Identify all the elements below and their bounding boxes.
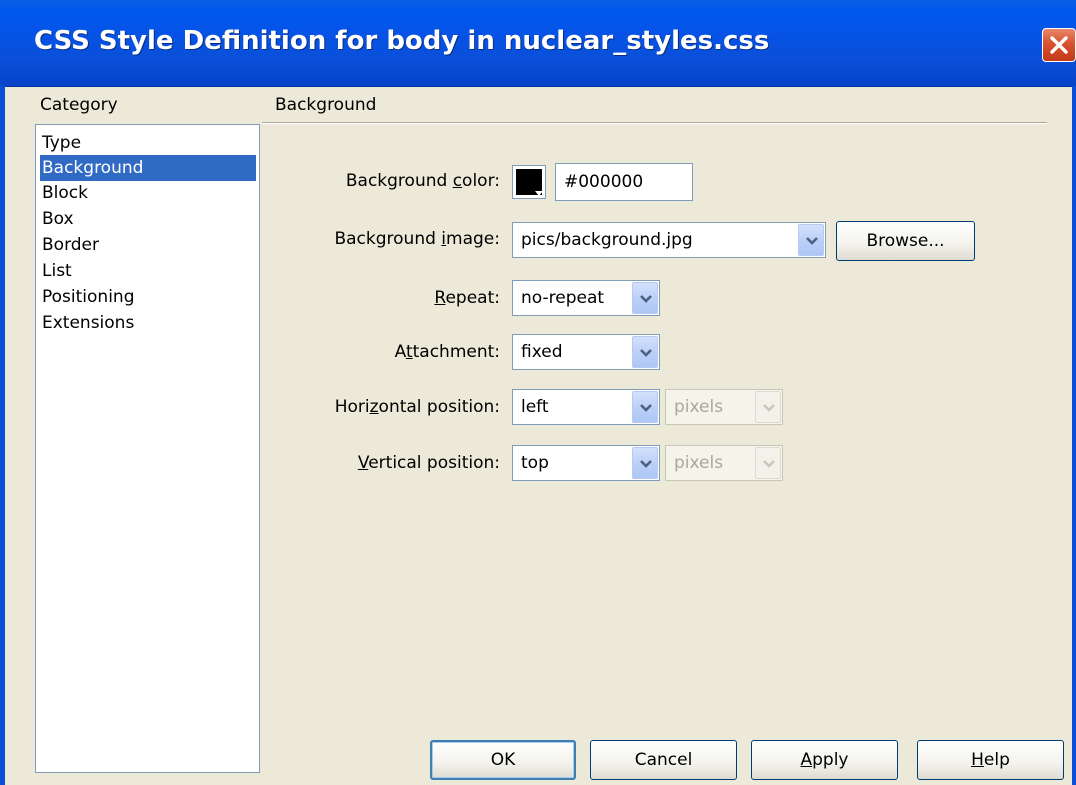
window-frame-left	[0, 86, 5, 785]
panel-heading: Background	[275, 95, 377, 115]
background-image-combo[interactable]: pics/background.jpg	[512, 222, 826, 258]
background-color-label: Background color:	[345, 171, 500, 191]
close-icon	[1050, 36, 1068, 54]
category-item-background[interactable]: Background	[40, 155, 256, 181]
apply-button[interactable]: Apply	[751, 740, 898, 780]
category-item-border[interactable]: Border	[40, 232, 256, 258]
window-frame-right	[1072, 86, 1076, 785]
chevron-down-icon	[640, 349, 652, 357]
cancel-button[interactable]: Cancel	[590, 740, 737, 780]
repeat-dropdown-button[interactable]	[632, 282, 658, 314]
help-button[interactable]: Help	[917, 740, 1064, 780]
chevron-down-icon	[806, 237, 818, 245]
category-list[interactable]: Type Background Block Box Border List Po…	[35, 124, 260, 773]
background-image-value: pics/background.jpg	[521, 230, 693, 250]
horizontal-position-label: Horizontal position:	[334, 397, 500, 417]
horizontal-unit-dropdown-button	[755, 391, 781, 423]
chevron-down-icon	[640, 460, 652, 468]
horizontal-position-dropdown-button[interactable]	[632, 391, 658, 423]
category-item-block[interactable]: Block	[40, 180, 256, 206]
repeat-label: Repeat:	[434, 288, 500, 308]
close-button[interactable]	[1042, 28, 1076, 62]
category-heading: Category	[40, 95, 118, 115]
chevron-down-icon	[763, 460, 775, 468]
attachment-label: Attachment:	[394, 342, 500, 362]
window-title: CSS Style Definition for body in nuclear…	[34, 26, 770, 56]
vertical-position-select[interactable]: top	[512, 445, 660, 481]
chevron-down-icon	[640, 295, 652, 303]
category-item-list[interactable]: List	[40, 258, 256, 284]
attachment-value: fixed	[521, 342, 563, 362]
vertical-position-label: Vertical position:	[357, 453, 500, 473]
category-item-box[interactable]: Box	[40, 206, 256, 232]
attachment-dropdown-button[interactable]	[632, 336, 658, 368]
color-picker-arrow-icon	[535, 191, 543, 196]
vertical-unit-dropdown-button	[755, 447, 781, 479]
horizontal-position-unit: pixels	[674, 397, 724, 417]
repeat-select[interactable]: no-repeat	[512, 280, 660, 316]
attachment-select[interactable]: fixed	[512, 334, 660, 370]
horizontal-position-unit-select: pixels	[665, 389, 783, 425]
ok-button[interactable]: OK	[430, 740, 576, 780]
vertical-position-value: top	[521, 453, 549, 473]
panel-heading-divider	[262, 122, 1047, 124]
repeat-value: no-repeat	[521, 288, 605, 308]
category-item-extensions[interactable]: Extensions	[40, 310, 256, 336]
background-color-picker[interactable]	[512, 165, 546, 199]
vertical-position-dropdown-button[interactable]	[632, 447, 658, 479]
category-item-positioning[interactable]: Positioning	[40, 284, 256, 310]
background-image-dropdown-button[interactable]	[798, 224, 824, 256]
title-bar: CSS Style Definition for body in nuclear…	[0, 0, 1076, 87]
chevron-down-icon	[640, 404, 652, 412]
horizontal-position-select[interactable]: left	[512, 389, 660, 425]
vertical-position-unit: pixels	[674, 453, 724, 473]
vertical-position-unit-select: pixels	[665, 445, 783, 481]
horizontal-position-value: left	[521, 397, 549, 417]
background-color-input[interactable]: #000000	[555, 163, 693, 201]
background-image-label: Background image:	[334, 229, 500, 249]
category-item-type[interactable]: Type	[40, 130, 256, 156]
chevron-down-icon	[763, 404, 775, 412]
browse-button[interactable]: Browse...	[836, 221, 975, 261]
